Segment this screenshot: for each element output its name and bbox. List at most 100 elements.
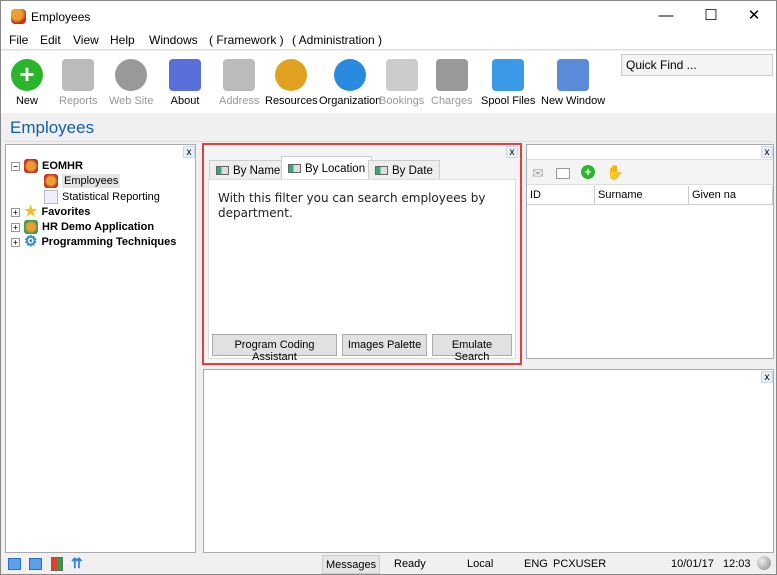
resources-button[interactable]: Resources [265, 59, 318, 107]
reports-button[interactable]: Reports [59, 59, 98, 107]
tree-label: HR Demo Application [42, 221, 155, 233]
messages-button[interactable]: Messages [322, 555, 381, 574]
menu-file[interactable]: File [9, 33, 28, 47]
tree-node-favorites[interactable]: + ★ Favorites [11, 203, 91, 220]
status-bar: ⇈ Messages Ready Local ENG PCXUSER 10/01… [1, 553, 776, 575]
toolbar-label: Charges [431, 95, 473, 107]
tree-node-statistical-reporting[interactable]: Statistical Reporting [44, 190, 160, 204]
status-location: Local [467, 558, 494, 570]
tab-by-name[interactable]: By Name [209, 160, 288, 180]
bookings-button[interactable]: Bookings [379, 59, 424, 107]
connection-indicator-icon [757, 556, 771, 570]
toolbar-label: Organization [319, 95, 382, 107]
plus-circle-icon: + [11, 59, 43, 91]
charges-button[interactable]: Charges [431, 59, 473, 107]
tree-node-employees[interactable]: Employees [44, 174, 121, 188]
people-icon [24, 159, 38, 173]
toolbar-label: Address [219, 95, 260, 107]
layout-icon[interactable] [8, 558, 21, 570]
star-icon: ★ [24, 203, 38, 220]
program-coding-assistant-button[interactable]: Program Coding Assistant [212, 334, 337, 363]
close-panel-button[interactable]: x [506, 146, 518, 158]
menu-administration[interactable]: ( Administration ) [292, 33, 382, 47]
close-panel-button[interactable]: x [761, 371, 773, 383]
toolbar-label: New [15, 95, 38, 107]
close-panel-button[interactable]: x [183, 146, 195, 158]
status-date: 10/01/17 [671, 558, 714, 570]
status-time: 12:03 [723, 558, 751, 570]
person-icon [275, 59, 308, 91]
new-window-button[interactable]: New Window [541, 59, 605, 107]
address-button[interactable]: Address [219, 59, 259, 107]
tab-label: By Location [305, 162, 366, 175]
expand-icon[interactable]: + [11, 207, 20, 217]
people-icon [44, 174, 58, 188]
menu-framework[interactable]: ( Framework ) [209, 33, 284, 47]
tab-by-date[interactable]: By Date [368, 160, 440, 180]
new-button[interactable]: + New [11, 59, 43, 107]
link-window-icon [557, 59, 590, 91]
title-bar: Employees — ☐ ✕ [1, 1, 776, 32]
maximize-button[interactable]: ☐ [691, 5, 731, 27]
gear-icon: ⚙ [24, 233, 38, 250]
status-state: Ready [394, 558, 426, 570]
toolbar-label: About [170, 95, 200, 107]
tab-by-location[interactable]: By Location [281, 156, 373, 180]
emulate-search-button[interactable]: Emulate Search [432, 334, 512, 363]
spool-files-button[interactable]: Spool Files [481, 59, 535, 107]
gear-icon [334, 59, 367, 91]
column-surname[interactable]: Surname [595, 186, 689, 204]
column-given-name[interactable]: Given na [689, 186, 773, 204]
menu-help[interactable]: Help [110, 33, 135, 47]
menu-view[interactable]: View [73, 33, 99, 47]
toolbar-label: Reports [59, 95, 98, 107]
status-language: ENG [524, 558, 548, 570]
close-button[interactable]: ✕ [734, 5, 774, 27]
tree-label: Employees [62, 174, 121, 188]
web-site-button[interactable]: Web Site [109, 59, 153, 107]
toolbar-label: Spool Files [481, 95, 536, 107]
tree-node-eomhr[interactable]: − EOMHR [11, 159, 83, 173]
tab-icon [288, 164, 301, 173]
tab-label: By Date [392, 164, 433, 177]
tree-label: Statistical Reporting [62, 191, 160, 203]
quick-find-input[interactable]: Quick Find ... [621, 54, 773, 76]
add-icon[interactable]: + [581, 165, 595, 179]
expand-icon[interactable]: + [11, 237, 20, 247]
tab-content: With this filter you can search employee… [208, 179, 516, 359]
person-icon [24, 220, 38, 234]
grid-icon[interactable] [29, 558, 42, 570]
app-window: Employees — ☐ ✕ File Edit View Help Wind… [0, 0, 777, 575]
column-id[interactable]: ID [527, 186, 595, 204]
status-user: PCXUSER [553, 558, 607, 570]
tree-label: Favorites [41, 206, 91, 218]
tree-node-hr-demo[interactable]: + HR Demo Application [11, 220, 154, 234]
toolbar-label: New Window [541, 95, 606, 107]
organization-button[interactable]: Organization [319, 59, 381, 107]
envelope-icon[interactable]: ✉ [532, 165, 544, 182]
about-button[interactable]: About [169, 59, 201, 107]
results-panel: x ✉ + ✋ ID Surname Given na [526, 144, 774, 359]
tree-node-programming-techniques[interactable]: + ⚙ Programming Techniques [11, 233, 177, 250]
menu-windows[interactable]: Windows [149, 33, 198, 47]
collapse-icon[interactable]: − [11, 161, 20, 171]
close-panel-button[interactable]: x [761, 146, 773, 158]
window-icon[interactable] [556, 168, 570, 179]
menu-bar: File Edit View Help Windows ( Framework … [1, 32, 776, 50]
expand-icon[interactable]: + [11, 222, 20, 232]
images-palette-button[interactable]: Images Palette [342, 334, 427, 356]
tree-label: EOMHR [42, 160, 83, 172]
detail-panel: x [203, 369, 774, 553]
palette-icon[interactable] [51, 557, 63, 571]
minimize-button[interactable]: — [646, 5, 686, 27]
tab-icon [216, 166, 229, 175]
globe-icon [115, 59, 148, 91]
tree-label: Programming Techniques [41, 236, 177, 248]
sort-icon[interactable]: ⇈ [71, 555, 83, 572]
clock-icon [385, 59, 418, 91]
report-icon [44, 190, 58, 204]
hand-icon[interactable]: ✋ [606, 164, 623, 181]
app-icon [11, 9, 26, 24]
menu-edit[interactable]: Edit [40, 33, 61, 47]
tab-label: By Name [233, 164, 281, 177]
